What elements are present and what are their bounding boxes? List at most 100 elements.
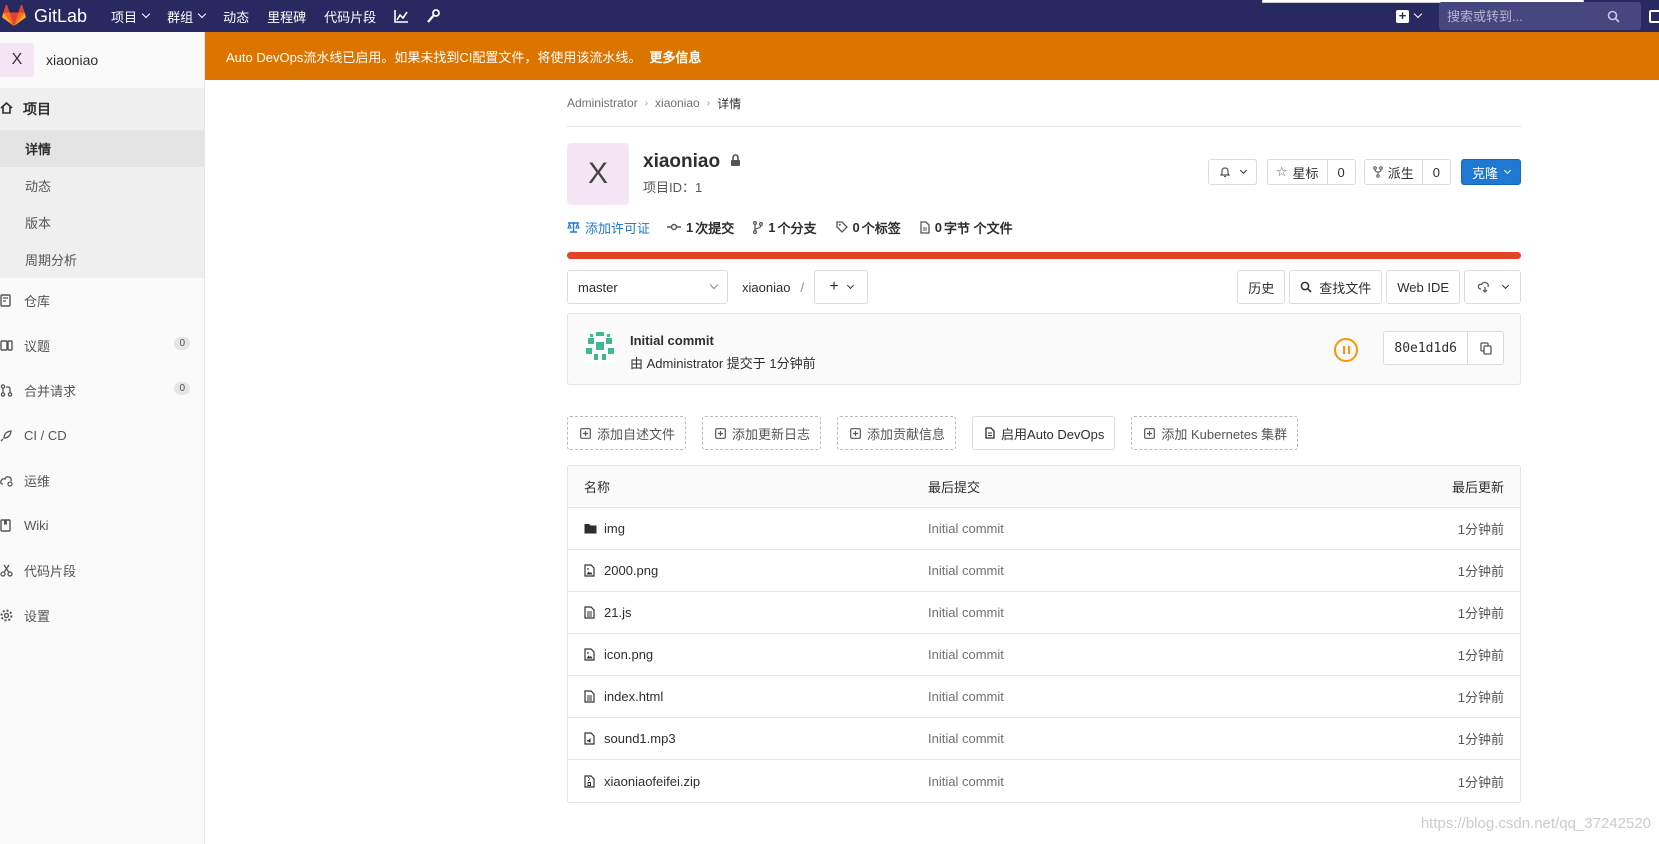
file-name-cell[interactable]: sound1.mp3 [568, 731, 928, 746]
wrench-icon[interactable] [426, 9, 441, 23]
brand-name[interactable]: GitLab [34, 6, 87, 27]
file-last-commit[interactable]: Initial commit [928, 563, 1400, 578]
file-name[interactable]: 21.js [604, 605, 631, 620]
file-tree-row[interactable]: xiaoniaofeifei.zip Initial commit 1分钟前 [568, 760, 1520, 802]
nav-snippets[interactable]: 代码片段 [324, 7, 376, 26]
star-count[interactable]: 0 [1327, 159, 1356, 185]
find-file-button[interactable]: 查找文件 [1289, 270, 1383, 304]
nav-groups[interactable]: 群组 [167, 7, 207, 26]
search-input[interactable] [1447, 8, 1607, 24]
search-box[interactable] [1439, 2, 1641, 30]
file-name[interactable]: img [604, 521, 625, 536]
fork-count[interactable]: 0 [1422, 159, 1451, 185]
chevron-down-icon [846, 281, 854, 289]
cloud-download-icon [1477, 281, 1489, 293]
sidebar-item-merge-requests[interactable]: 合并请求 0 [0, 368, 204, 413]
clone-button[interactable]: 克隆 [1460, 159, 1521, 185]
nav-projects[interactable]: 项目 [111, 7, 151, 26]
clone-label: 克隆 [1471, 165, 1498, 181]
file-name[interactable]: 2000.png [604, 563, 658, 578]
commits-stat[interactable]: 1 次提交 [667, 218, 736, 237]
commits-count: 1 [686, 219, 694, 235]
nav-activity[interactable]: 动态 [223, 7, 249, 26]
file-tree-row[interactable]: img Initial commit 1分钟前 [568, 508, 1520, 550]
file-tree-row[interactable]: icon.png Initial commit 1分钟前 [568, 634, 1520, 676]
new-dropdown-button[interactable]: + [1396, 9, 1423, 23]
tags-stat[interactable]: 0 个标签 [835, 218, 903, 237]
file-name[interactable]: icon.png [604, 647, 653, 662]
sidebar-item-issues[interactable]: 议题 0 [0, 323, 204, 368]
file-name[interactable]: sound1.mp3 [604, 731, 676, 746]
chevron-down-icon [709, 280, 719, 290]
file-tree-row[interactable]: sound1.mp3 Initial commit 1分钟前 [568, 718, 1520, 760]
file-tree-table: 名称 最后提交 最后更新 img Initial commit 1分钟前 2000.p… [567, 465, 1521, 803]
file-last-commit[interactable]: Initial commit [928, 689, 1400, 704]
download-dropdown-button[interactable] [1464, 270, 1521, 304]
file-name-cell[interactable]: 2000.png [568, 563, 928, 578]
file-tree-row[interactable]: index.html Initial commit 1分钟前 [568, 676, 1520, 718]
sidebar-subitem-details[interactable]: 详情 [0, 130, 204, 167]
column-header-name: 名称 [584, 480, 611, 495]
sidebar-project-header[interactable]: X xiaoniao [0, 32, 204, 88]
column-header-last-update: 最后更新 [1451, 480, 1504, 495]
add-kubernetes-cluster-button[interactable]: 添加 Kubernetes 集群 [1131, 416, 1299, 450]
pipeline-paused-icon[interactable] [1334, 338, 1358, 362]
size-stat[interactable]: 0 字节 个文件 [920, 218, 1015, 237]
star-label: 星标 [1292, 165, 1319, 181]
commit-sha[interactable]: 80e1d1d6 [1383, 331, 1468, 365]
file-last-commit[interactable]: Initial commit [928, 774, 1400, 789]
add-changelog-button[interactable]: 添加更新日志 [702, 416, 822, 450]
sidebar-item-snippets[interactable]: 代码片段 [0, 548, 204, 593]
file-name-cell[interactable]: index.html [568, 689, 928, 704]
gitlab-logo[interactable]: GitLab [2, 0, 111, 32]
star-button[interactable]: ☆ 星标 [1266, 159, 1328, 185]
nav-milestones[interactable]: 里程碑 [267, 7, 306, 26]
add-to-tree-button[interactable]: + [814, 270, 869, 304]
file-name-cell[interactable]: xiaoniaofeifei.zip [568, 774, 928, 789]
fork-button[interactable]: 派生 [1363, 159, 1423, 185]
sidebar-subitem-releases[interactable]: 版本 [0, 204, 204, 241]
add-contributing-button[interactable]: 添加贡献信息 [837, 416, 957, 450]
sidebar-item-operations[interactable]: 运维 [0, 458, 204, 503]
file-name-cell[interactable]: icon.png [568, 647, 928, 662]
notification-dropdown-button[interactable] [1207, 159, 1257, 185]
web-ide-button[interactable]: Web IDE [1386, 270, 1460, 304]
file-name[interactable]: xiaoniaofeifei.zip [604, 774, 700, 789]
add-readme-button[interactable]: 添加自述文件 [567, 416, 687, 450]
enable-auto-devops-button[interactable]: 启用Auto DevOps [972, 416, 1116, 450]
commit-title[interactable]: Initial commit [630, 333, 714, 348]
breadcrumb-current[interactable]: 详情 [717, 95, 741, 112]
sidebar-subitem-cycle-analytics[interactable]: 周期分析 [0, 241, 204, 278]
file-name-cell[interactable]: 21.js [568, 605, 928, 620]
sidebar-toggle-icon[interactable] [1649, 9, 1659, 23]
chart-icon[interactable] [394, 9, 409, 23]
commit-icon [667, 222, 682, 232]
committer-avatar[interactable] [584, 330, 616, 365]
sidebar-item-project[interactable]: 项目 [0, 88, 204, 130]
history-button[interactable]: 历史 [1237, 270, 1286, 304]
file-last-update: 1分钟前 [1457, 522, 1504, 537]
sidebar-item-ci-cd[interactable]: CI / CD [0, 413, 204, 458]
breadcrumb-item[interactable]: xiaoniao [655, 96, 700, 110]
sidebar-subitem-activity[interactable]: 动态 [0, 167, 204, 204]
file-last-commit[interactable]: Initial commit [928, 605, 1400, 620]
file-name[interactable]: index.html [604, 689, 663, 704]
chevron-down-icon [1239, 166, 1247, 174]
file-last-commit[interactable]: Initial commit [928, 521, 1400, 536]
file-last-commit[interactable]: Initial commit [928, 731, 1400, 746]
branch-dropdown[interactable]: master [567, 270, 728, 304]
sidebar-item-settings[interactable]: 设置 [0, 593, 204, 638]
breadcrumb-item[interactable]: Administrator [567, 96, 638, 110]
copy-sha-button[interactable] [1468, 331, 1504, 365]
file-tree-row[interactable]: 2000.png Initial commit 1分钟前 [568, 550, 1520, 592]
repo-path[interactable]: xiaoniao [742, 280, 790, 295]
sidebar-item-repository[interactable]: 仓库 [0, 278, 204, 323]
add-license-link[interactable]: 添加许可证 [567, 218, 650, 237]
sidebar-item-wiki[interactable]: Wiki [0, 503, 204, 548]
banner-more-info-link[interactable]: 更多信息 [649, 47, 701, 66]
file-name-cell[interactable]: img [568, 521, 928, 536]
branches-stat[interactable]: 1 个分支 [753, 218, 818, 237]
file-tree-row[interactable]: 21.js Initial commit 1分钟前 [568, 592, 1520, 634]
file-last-commit[interactable]: Initial commit [928, 647, 1400, 662]
file-icon [920, 220, 930, 234]
